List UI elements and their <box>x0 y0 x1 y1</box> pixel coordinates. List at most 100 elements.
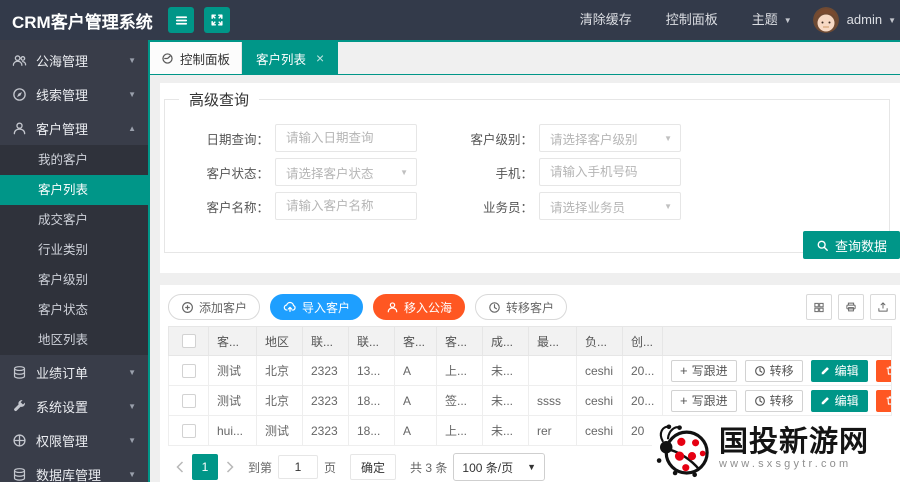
prev-page-button[interactable] <box>168 461 192 473</box>
sidebar-item-customer-status[interactable]: 客户状态 <box>0 295 148 325</box>
chevron-down-icon: ▼ <box>128 435 136 445</box>
edit-button[interactable]: 编辑 <box>810 359 868 382</box>
sidebar-item-label: 客户管理 <box>36 121 89 137</box>
control-panel-link[interactable]: 控制面板 <box>649 0 735 40</box>
sidebar-item-label: 线索管理 <box>36 87 89 103</box>
select-placeholder: 请选择客户级别 <box>550 132 638 147</box>
sidebar-item-public-sea[interactable]: 公海管理 ▼ <box>0 43 148 77</box>
page-size-select[interactable]: 100 条/页 ▼ <box>453 453 546 481</box>
write-follow-up-button[interactable]: +写跟进 <box>671 359 737 382</box>
cell: 签... <box>436 385 483 416</box>
tab-control-panel[interactable]: 控制面板 <box>150 42 243 74</box>
advanced-query-card: 高级查询 日期查询： 客户级别： 请选择客户级别 ▼ 客户状态： 请选择客 <box>160 83 900 273</box>
watermark-url: www.sxsgytr.com <box>719 458 852 471</box>
next-page-button[interactable] <box>218 461 242 473</box>
cell: ceshi <box>576 355 623 386</box>
sidebar-item-customer-level[interactable]: 客户级别 <box>0 265 148 295</box>
transfer-customer-button[interactable]: 转移客户 <box>475 294 568 320</box>
customer-level-select[interactable]: 请选择客户级别 ▼ <box>539 124 681 152</box>
col-deal: 成... <box>482 326 529 356</box>
row-checkbox[interactable] <box>181 363 196 378</box>
sidebar-item-orders[interactable]: 业绩订单 ▼ <box>0 355 148 389</box>
tab-label: 控制面板 <box>180 52 231 67</box>
transfer-button[interactable]: 转移 <box>744 389 803 412</box>
import-customer-button[interactable]: 导入客户 <box>270 294 364 320</box>
sidebar-item-label: 系统设置 <box>36 399 89 415</box>
cell: 未... <box>482 415 529 446</box>
chevron-down-icon: ▼ <box>783 15 792 25</box>
plus-icon: + <box>680 363 688 378</box>
avatar[interactable] <box>812 7 839 33</box>
cell: 上... <box>436 355 483 386</box>
clear-cache-link[interactable]: 清除缓存 <box>563 0 649 40</box>
crm-app: CRM客户管理系统 清除缓存 控制面板 主题 ▼ admin ▼ 公海管理 ▼ … <box>0 0 900 482</box>
col-owner: 负... <box>576 326 623 356</box>
filter-columns-button[interactable] <box>806 294 832 320</box>
theme-dropdown[interactable]: 主题 ▼ <box>735 0 809 41</box>
trash-icon <box>885 365 891 376</box>
tab-bar: 控制面板 客户列表 × <box>150 40 900 75</box>
cell: 18... <box>348 415 395 446</box>
watermark-title: 国投新游网 <box>719 425 870 458</box>
sidebar-item-customers[interactable]: 客户管理 ▲ <box>0 111 148 145</box>
transfer-button[interactable]: 转移 <box>744 359 803 382</box>
plus-circle-icon <box>182 301 193 313</box>
chevron-down-icon: ▼ <box>664 133 672 143</box>
move-to-public-sea-button[interactable]: 移入公海 <box>373 294 466 320</box>
sidebar-toggle-button[interactable] <box>168 7 194 33</box>
goto-page-input[interactable] <box>278 455 319 479</box>
close-icon[interactable]: × <box>316 50 324 66</box>
tab-customer-list[interactable]: 客户列表 × <box>242 42 339 74</box>
total-count-label: 共 3 条 <box>410 460 448 475</box>
search-icon <box>817 240 828 251</box>
date-query-label: 日期查询： <box>206 132 269 147</box>
chevron-right-icon <box>226 461 234 473</box>
button-label: 转移 <box>769 394 794 408</box>
sidebar-item-region-list[interactable]: 地区列表 <box>0 325 148 355</box>
sidebar-item-deal-customers[interactable]: 成交客户 <box>0 205 148 235</box>
goto-confirm-button[interactable]: 确定 <box>350 454 397 480</box>
sidebar-item-industry-category[interactable]: 行业类别 <box>0 235 148 265</box>
current-page-button[interactable]: 1 <box>192 454 218 480</box>
sidebar-item-leads[interactable]: 线索管理 ▼ <box>0 77 148 111</box>
write-follow-up-button[interactable]: +写跟进 <box>671 389 737 412</box>
select-placeholder: 请选择客户状态 <box>286 166 374 181</box>
query-data-button[interactable]: 查询数据 <box>802 231 900 259</box>
cell: 测试 <box>208 355 257 386</box>
button-label: 编辑 <box>834 364 859 378</box>
select-all-checkbox[interactable] <box>181 334 196 349</box>
edit-button[interactable]: 编辑 <box>810 389 868 412</box>
delete-button[interactable]: 删除 <box>875 359 891 382</box>
customer-status-select[interactable]: 请选择客户状态 ▼ <box>275 158 417 186</box>
button-label: 写跟进 <box>691 394 728 408</box>
delete-button[interactable]: 删除 <box>875 389 891 412</box>
row-checkbox[interactable] <box>181 393 196 408</box>
button-label: 移入公海 <box>404 300 453 315</box>
user-menu[interactable]: admin ▼ <box>839 0 900 41</box>
table-row: 测试 北京 2323 13... A 上... 未... ceshi 20... <box>168 355 892 386</box>
sidebar-item-customer-list[interactable]: 客户列表 <box>0 175 148 205</box>
print-button[interactable] <box>838 294 864 320</box>
date-query-input[interactable] <box>275 124 417 152</box>
chevron-down-icon: ▼ <box>664 201 672 211</box>
row-checkbox[interactable] <box>181 423 196 438</box>
sidebar-item-system-settings[interactable]: 系统设置 ▼ <box>0 389 148 423</box>
col-contact: 联... <box>302 326 349 356</box>
edit-icon <box>820 395 831 406</box>
select-placeholder: 请选择业务员 <box>550 200 626 215</box>
watermark-text: 国投新游网 www.sxsgytr.com <box>719 425 870 471</box>
export-button[interactable] <box>870 294 896 320</box>
button-label: 添加客户 <box>199 300 248 315</box>
trash-icon <box>885 395 891 406</box>
phone-input[interactable] <box>539 158 681 186</box>
fullscreen-button[interactable] <box>204 7 230 33</box>
add-customer-button[interactable]: 添加客户 <box>168 294 261 320</box>
sidebar-item-database[interactable]: 数据库管理 ▼ <box>0 457 148 482</box>
chevron-down-icon: ▼ <box>128 55 136 65</box>
salesman-select[interactable]: 请选择业务员 ▼ <box>539 192 681 220</box>
customer-name-input[interactable] <box>275 192 417 220</box>
cell: hui... <box>208 415 257 446</box>
button-label: 导入客户 <box>302 300 351 315</box>
sidebar-item-permissions[interactable]: 权限管理 ▼ <box>0 423 148 457</box>
sidebar-item-my-customers[interactable]: 我的客户 <box>0 145 148 175</box>
